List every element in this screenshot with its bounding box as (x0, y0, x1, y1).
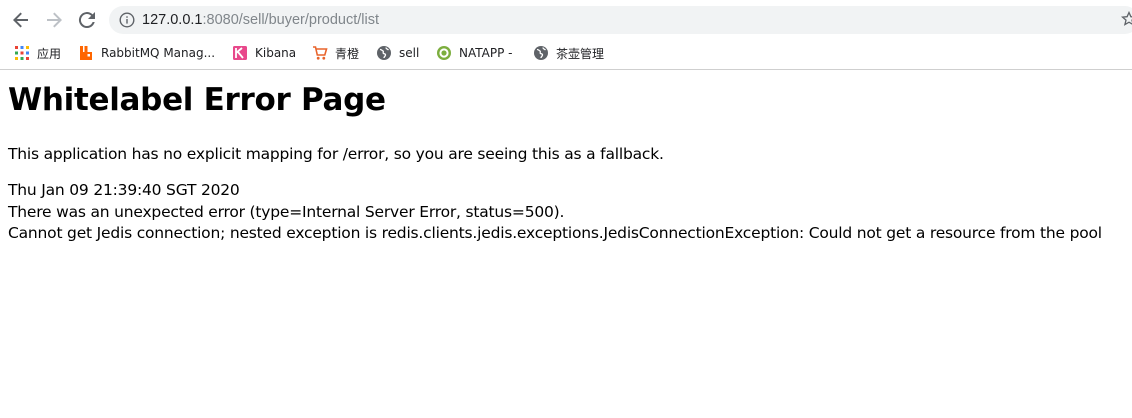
bookmark-qingcheng[interactable]: 青橙 (312, 43, 359, 63)
page-content: Whitelabel Error Page This application h… (0, 70, 1132, 418)
bookmark-star-icon[interactable] (1121, 11, 1132, 27)
site-info-icon[interactable] (119, 12, 135, 28)
error-timestamp: Thu Jan 09 21:39:40 SGT 2020 (8, 181, 240, 199)
bookmark-label: sell (399, 46, 420, 60)
bookmark-label: NATAPP - (459, 46, 513, 60)
bookmark-label: RabbitMQ Manag... (101, 46, 216, 60)
error-status-line: There was an unexpected error (type=Inte… (8, 202, 565, 221)
page-title: Whitelabel Error Page (8, 82, 386, 118)
bookmark-kibana[interactable]: Kibana (232, 43, 296, 63)
bookmark-label: 应用 (37, 46, 62, 61)
apps-grid-icon (15, 46, 29, 60)
arrow-left-icon (13, 12, 28, 28)
error-message: This application has no explicit mapping… (8, 145, 664, 163)
bookmark-apps[interactable]: 应用 (14, 43, 61, 63)
url-host: 127.0.0.1 (142, 12, 203, 28)
back-button[interactable] (9, 8, 33, 32)
bookmark-rabbitmq[interactable]: RabbitMQ Manag... (78, 43, 215, 63)
bookmark-label: Kibana (255, 46, 297, 60)
url-text[interactable]: 127.0.0.1:8080/sell/buyer/product/list (142, 11, 379, 29)
bookmark-sell[interactable]: sell (376, 43, 419, 63)
url-path: :8080/sell/buyer/product/list (202, 12, 379, 28)
address-bar[interactable]: 127.0.0.1:8080/sell/buyer/product/list (109, 6, 1132, 34)
forward-button[interactable] (42, 8, 66, 32)
bookmark-teapot-admin[interactable]: 茶壶管理 (533, 43, 604, 63)
bookmark-natapp[interactable]: NATAPP - (436, 43, 512, 63)
globe-icon (377, 46, 391, 60)
globe-icon (534, 46, 548, 60)
rabbitmq-icon (80, 46, 92, 60)
bookmark-label: 茶壶管理 (556, 46, 605, 61)
reload-button[interactable] (75, 8, 99, 32)
browser-toolbar: 127.0.0.1:8080/sell/buyer/product/list (0, 0, 1132, 37)
natapp-icon (437, 46, 451, 60)
error-details: Thu Jan 09 21:39:40 SGT 2020 There was a… (8, 180, 1102, 245)
exception-message: Cannot get Jedis connection; nested exce… (8, 224, 1102, 242)
kibana-icon (233, 46, 247, 60)
shopping-cart-icon (313, 46, 328, 60)
arrow-right-icon (47, 12, 62, 28)
bookmarks-bar: 应用 RabbitMQ Manag... Kibana 青橙 sell NATA… (0, 37, 1132, 70)
reload-icon (78, 12, 95, 29)
bookmark-label: 青橙 (335, 46, 360, 61)
